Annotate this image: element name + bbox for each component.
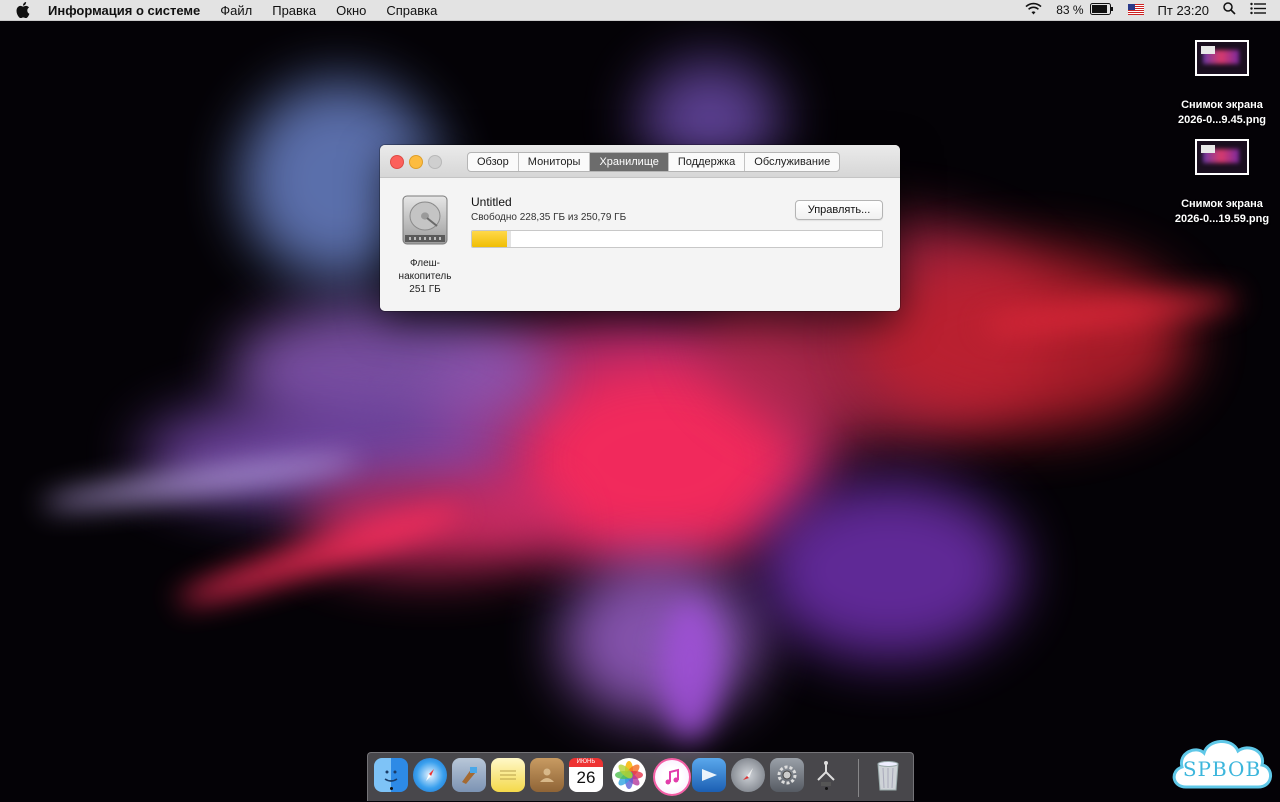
file-name-line1: Снимок экрана [1181, 99, 1263, 111]
file-name-line2: 2026-0...9.45.png [1177, 114, 1267, 126]
photos-icon[interactable] [612, 758, 646, 792]
wifi-icon[interactable] [1025, 2, 1042, 18]
battery-icon[interactable] [1089, 2, 1114, 18]
disk-label: Флеш- накопитель 251 ГБ [390, 257, 460, 296]
disk-label-line2: накопитель [398, 271, 452, 282]
itunes-icon[interactable] [653, 758, 691, 796]
segmented-tabs: Обзор Мониторы Хранилище Поддержка Обслу… [467, 152, 841, 172]
menu-bar: Информация о системе Файл Правка Окно Сп… [0, 0, 1280, 21]
spbob-watermark-logo: SPBOB [1168, 733, 1276, 797]
tab-support[interactable]: Поддержка [669, 153, 746, 171]
menu-window[interactable]: Окно [336, 3, 366, 18]
close-button[interactable] [390, 155, 404, 169]
tab-service[interactable]: Обслуживание [745, 153, 839, 171]
clock[interactable]: Пт 23:20 [1158, 3, 1209, 18]
file-name-line2: 2026-0...19.59.png [1174, 213, 1270, 225]
contacts-icon[interactable] [530, 758, 564, 792]
dock-separator [858, 759, 859, 797]
desktop-file-screenshot-1[interactable]: Снимок экрана 2026-0...9.45.png [1162, 40, 1280, 128]
running-indicator [390, 787, 393, 790]
file-name-line1: Снимок экрана [1181, 198, 1263, 210]
dock: ИЮНЬ 26 [367, 752, 914, 801]
tab-overview[interactable]: Обзор [468, 153, 519, 171]
launchpad-icon[interactable] [731, 758, 765, 792]
battery-percent: 83 % [1056, 3, 1084, 17]
running-indicator [825, 787, 828, 790]
notes-icon[interactable] [491, 758, 525, 792]
storage-used-segment[interactable] [472, 231, 511, 247]
manage-button[interactable]: Управлять... [795, 200, 883, 220]
hard-drive-icon [401, 194, 449, 246]
minimize-button[interactable] [409, 155, 423, 169]
desktop-wallpaper [0, 0, 1280, 800]
desktop-file-screenshot-2[interactable]: Снимок экрана 2026-0...19.59.png [1162, 139, 1280, 227]
menu-help[interactable]: Справка [386, 3, 437, 18]
finder-icon[interactable] [374, 758, 408, 792]
menu-edit[interactable]: Правка [272, 3, 316, 18]
notification-center-icon[interactable] [1250, 2, 1266, 18]
disk-label-capacity: 251 ГБ [409, 284, 441, 295]
volume-name: Untitled [471, 195, 512, 209]
watermark-text: SPBOB [1182, 757, 1262, 781]
window-titlebar[interactable]: Обзор Мониторы Хранилище Поддержка Обслу… [380, 145, 900, 178]
system-preferences-icon[interactable] [770, 758, 804, 792]
image-thumbnail-icon [1195, 40, 1249, 76]
storage-panel: Флеш- накопитель 251 ГБ Untitled Свободн… [380, 178, 900, 311]
calendar-icon[interactable]: ИЮНЬ 26 [569, 758, 603, 792]
zoom-button-disabled [428, 155, 442, 169]
input-source-flag-icon[interactable] [1127, 3, 1144, 18]
calendar-month: ИЮНЬ [569, 758, 603, 767]
tab-storage[interactable]: Хранилище [590, 153, 669, 171]
image-thumbnail-icon [1195, 139, 1249, 175]
system-info-window: Обзор Мониторы Хранилище Поддержка Обслу… [380, 145, 900, 311]
keynote-icon[interactable] [692, 758, 726, 792]
calendar-day: 26 [576, 768, 596, 787]
trash-icon[interactable] [871, 758, 905, 792]
safari-icon[interactable] [413, 758, 447, 792]
menu-app-name[interactable]: Информация о системе [48, 3, 200, 18]
storage-usage-bar[interactable] [471, 230, 883, 248]
apple-menu-icon[interactable] [16, 1, 34, 19]
spotlight-search-icon[interactable] [1223, 2, 1236, 18]
menu-file[interactable]: Файл [220, 3, 252, 18]
utility-icon[interactable] [809, 758, 843, 792]
tab-displays[interactable]: Мониторы [519, 153, 591, 171]
volume-free-space: Свободно 228,35 ГБ из 250,79 ГБ [471, 212, 627, 223]
disk-label-line1: Флеш- [409, 258, 441, 269]
mail-icon[interactable] [452, 758, 486, 792]
